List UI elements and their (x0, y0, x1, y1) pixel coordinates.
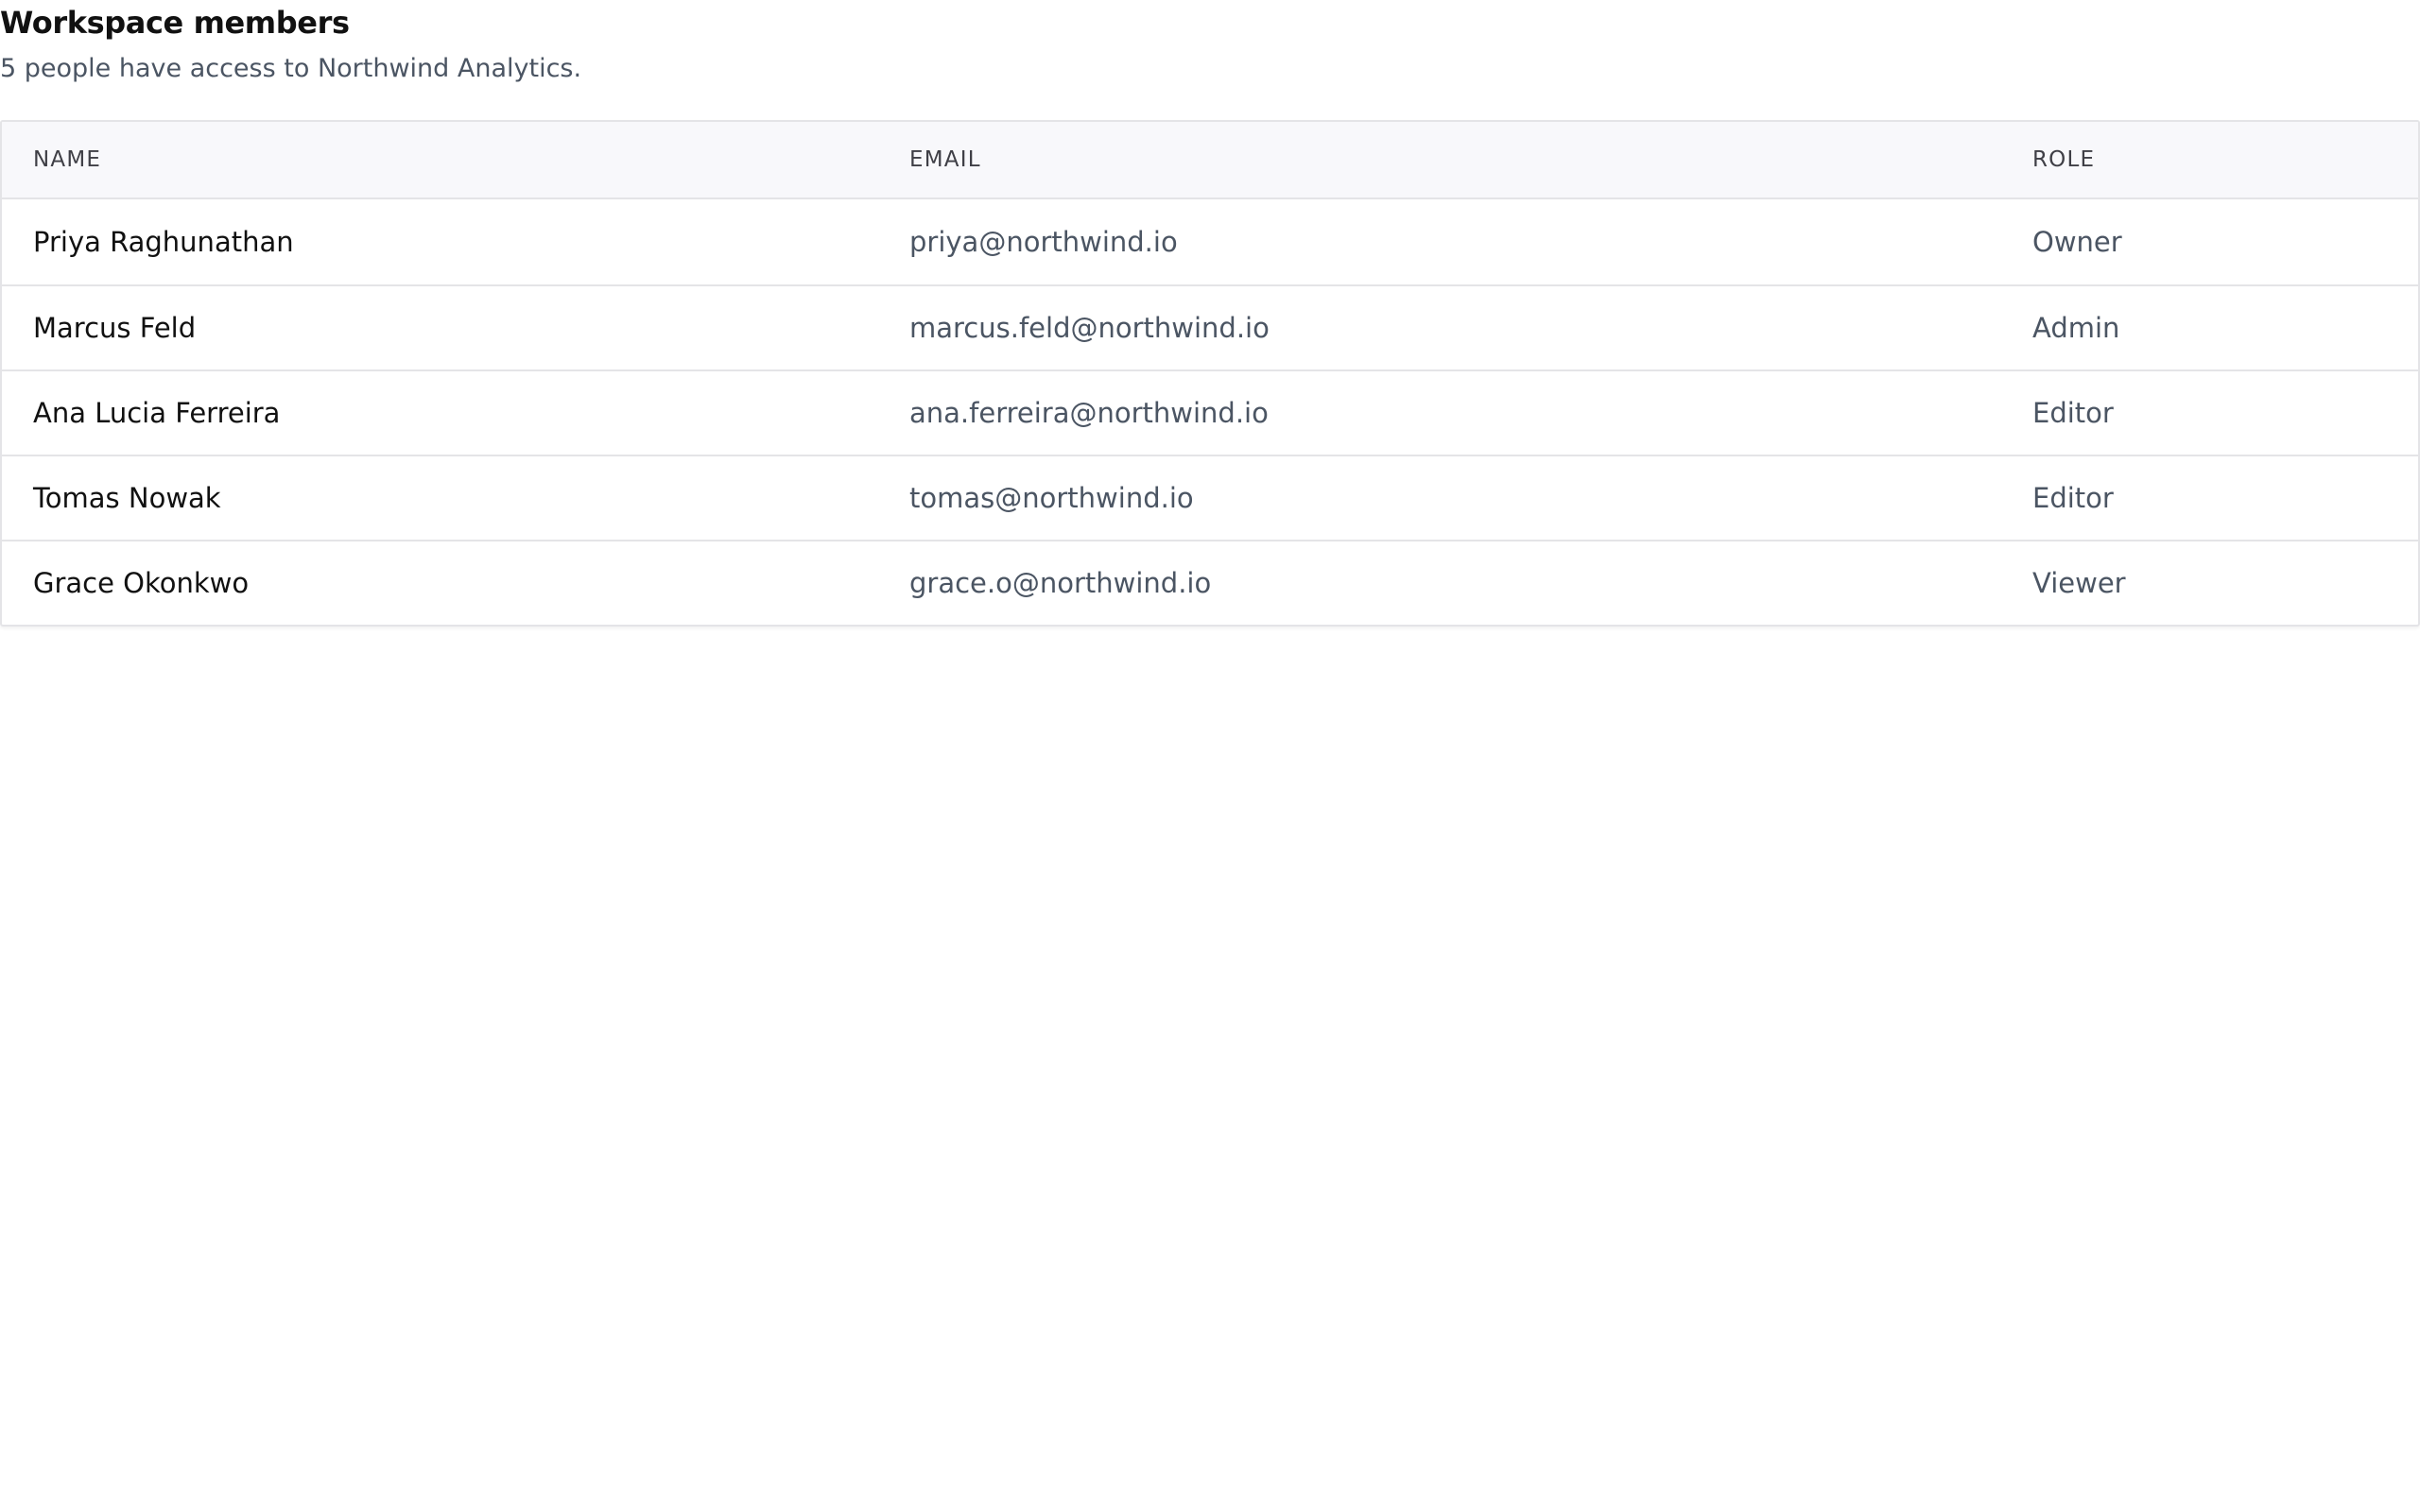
member-email: marcus.feld@northwind.io (909, 312, 1270, 344)
table-row[interactable]: Priya Raghunathan priya@northwind.io Own… (2, 199, 2418, 284)
member-role: Editor (2032, 482, 2114, 514)
member-role: Owner (2032, 226, 2122, 258)
table-header-row: NAME EMAIL ROLE (2, 122, 2418, 199)
member-email: priya@northwind.io (909, 226, 1178, 258)
column-header-role[interactable]: ROLE (2032, 122, 2095, 198)
member-email: ana.ferreira@northwind.io (909, 397, 1269, 429)
page-subtitle: 5 people have access to Northwind Analyt… (0, 54, 582, 83)
table-row[interactable]: Grace Okonkwo grace.o@northwind.io Viewe… (2, 540, 2418, 625)
member-email: tomas@northwind.io (909, 482, 1194, 514)
members-page: Workspace members 5 people have access t… (0, 0, 2420, 1512)
member-name: Ana Lucia Ferreira (33, 397, 281, 429)
table-row[interactable]: Marcus Feld marcus.feld@northwind.io Adm… (2, 284, 2418, 369)
member-role: Admin (2032, 312, 2120, 344)
member-name: Marcus Feld (33, 312, 197, 344)
member-name: Priya Raghunathan (33, 226, 294, 258)
member-role: Viewer (2032, 567, 2126, 599)
page-title: Workspace members (0, 5, 350, 41)
member-email: grace.o@northwind.io (909, 567, 1212, 599)
table-row[interactable]: Ana Lucia Ferreira ana.ferreira@northwin… (2, 369, 2418, 455)
members-table: NAME EMAIL ROLE Priya Raghunathan priya@… (0, 120, 2420, 627)
column-header-name[interactable]: NAME (33, 122, 101, 198)
member-name: Tomas Nowak (33, 482, 221, 514)
column-header-email[interactable]: EMAIL (909, 122, 981, 198)
member-role: Editor (2032, 397, 2114, 429)
table-row[interactable]: Tomas Nowak tomas@northwind.io Editor (2, 455, 2418, 540)
member-name: Grace Okonkwo (33, 567, 250, 599)
